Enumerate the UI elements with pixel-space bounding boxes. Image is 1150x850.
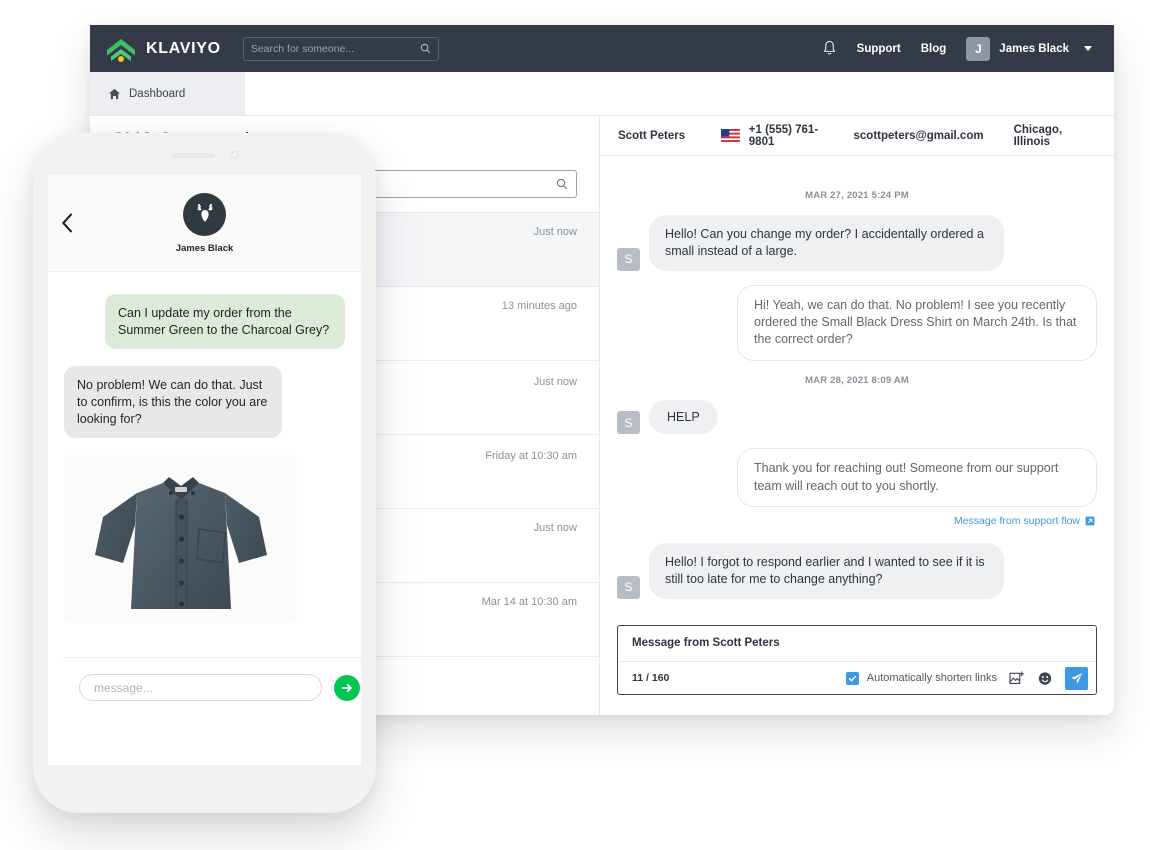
phone-attachment-image[interactable] (64, 455, 297, 624)
conversation-timestamp: Just now (533, 226, 577, 238)
conversation-timestamp: Just now (533, 522, 577, 534)
contact-header: Scott Peters +1 (555) 761-9801 scottpete… (600, 116, 1114, 156)
phone-composer: message... (63, 657, 361, 717)
phone-message-thread: Can I update my order from the Summer Gr… (48, 272, 361, 624)
add-image-icon[interactable] (1009, 670, 1025, 686)
contact-email: scottpeters@gmail.com (853, 129, 984, 142)
contact-location: Chicago, Illinois (1013, 123, 1063, 148)
us-flag-icon (720, 129, 740, 142)
global-search-input[interactable] (250, 42, 420, 55)
phone-message-input[interactable]: message... (79, 674, 322, 701)
avatar: S (617, 411, 640, 435)
day-separator: MAR 27, 2021 5:24 PM (805, 190, 909, 201)
chevron-down-icon[interactable] (1084, 46, 1092, 51)
message-row-incoming: S Hello! Can you change my order? I acci… (617, 215, 1097, 271)
message-bubble: Thank you for reaching out! Someone from… (737, 448, 1097, 507)
contact-name: Scott Peters (618, 129, 686, 142)
search-icon (420, 43, 430, 54)
character-counter: 11 / 160 (632, 672, 670, 684)
conversation-detail-pane: Scott Peters +1 (555) 761-9801 scottpete… (600, 116, 1114, 715)
global-search-box[interactable] (242, 36, 439, 61)
avatar: S (617, 247, 640, 271)
brand-logo-group[interactable]: KLAVIYO (104, 36, 221, 62)
phone-notch (33, 151, 376, 159)
shorten-links-label: Automatically shorten links (866, 672, 997, 684)
send-paper-plane-icon[interactable] (1065, 666, 1088, 690)
phone-mockup: James Black Can I update my order from t… (33, 133, 376, 813)
message-bubble: Hello! I forgot to respond earlier and I… (649, 542, 1004, 599)
phone-speaker (170, 152, 215, 158)
message-bubble: Hello! Can you change my order? I accide… (649, 215, 1004, 271)
user-menu[interactable]: J James Black (966, 36, 1092, 61)
blog-link[interactable]: Blog (921, 43, 947, 55)
checkmark-icon[interactable] (845, 671, 859, 685)
brand-name: KLAVIYO (146, 39, 221, 57)
contact-phone: +1 (555) 761-9801 (748, 123, 819, 148)
day-separator: MAR 28, 2021 8:09 AM (805, 374, 909, 386)
phone-message-bubble-incoming: No problem! We can do that. Just to conf… (64, 366, 282, 439)
sidebar-item-dashboard[interactable]: Dashboard (90, 72, 245, 116)
sidebar-item-label: Dashboard (129, 88, 186, 100)
shirt-image (74, 459, 287, 620)
message-bubble: HELP (649, 399, 718, 435)
home-icon (108, 88, 121, 100)
avatar: J (966, 36, 991, 61)
shorten-links-toggle[interactable]: Automatically shorten links (845, 671, 997, 685)
phone-message-bubble-outgoing: Can I update my order from the Summer Gr… (105, 294, 345, 350)
deer-antler-logo-icon (183, 192, 226, 236)
message-composer[interactable]: Message from Scott Peters 11 / 160 Autom… (617, 625, 1097, 695)
composer-toolbar: 11 / 160 Automatically shorten links (618, 661, 1096, 694)
conversation-timestamp: 13 minutes ago (501, 300, 577, 312)
top-nav-right-group: Support Blog J James Black (822, 36, 1114, 61)
search-icon (556, 178, 568, 190)
phone-camera-icon (230, 151, 239, 159)
sub-navigation-bar: Dashboard (90, 72, 1114, 116)
user-name-label: James Black (999, 42, 1069, 55)
send-arrow-icon[interactable] (334, 674, 360, 701)
emoji-icon[interactable] (1037, 671, 1053, 686)
external-link-icon (1085, 516, 1095, 526)
phone-contact-name: James Black (175, 242, 234, 254)
message-bubble: Hi! Yeah, we can do that. No problem! I … (737, 284, 1097, 361)
screenshot-root: KLAVIYO Support Blog J James Black (0, 0, 1150, 850)
phone-screen: James Black Can I update my order from t… (48, 175, 361, 765)
message-thread: MAR 27, 2021 5:24 PM S Hello! Can you ch… (600, 156, 1114, 621)
avatar: S (617, 575, 640, 599)
message-row-incoming: S HELP (617, 399, 1097, 435)
back-chevron-icon[interactable] (61, 213, 74, 238)
top-navigation-bar: KLAVIYO Support Blog J James Black (90, 25, 1114, 72)
notification-bell-icon[interactable] (822, 40, 837, 57)
message-row-outgoing: Hi! Yeah, we can do that. No problem! I … (617, 284, 1097, 361)
conversation-timestamp: Mar 14 at 10:30 am (481, 596, 577, 608)
message-row-incoming: S Hello! I forgot to respond earlier and… (617, 542, 1097, 599)
conversation-timestamp: Just now (533, 376, 577, 388)
phone-conversation-header: James Black (48, 175, 361, 272)
klaviyo-wifi-logo-icon (104, 36, 138, 62)
conversation-timestamp: Friday at 10:30 am (485, 450, 577, 462)
composer-input[interactable]: Message from Scott Peters (618, 626, 1096, 661)
message-row-outgoing: Thank you for reaching out! Someone from… (617, 448, 1097, 507)
flow-origin-label: Message from support flow (953, 514, 1080, 527)
support-link[interactable]: Support (857, 43, 901, 55)
flow-origin-note[interactable]: Message from support flow (617, 515, 1095, 527)
